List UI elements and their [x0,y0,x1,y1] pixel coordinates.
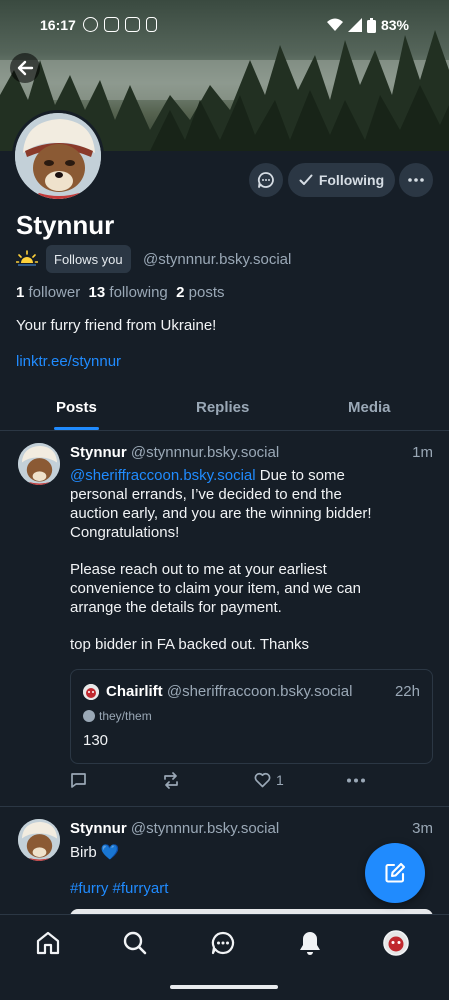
sim-icon [146,17,157,32]
post-timestamp[interactable]: 1m [412,444,433,461]
profile-tabs: Posts Replies Media [0,385,449,431]
notification-icons [83,17,157,32]
quoted-post-timestamp: 22h [394,683,420,700]
following-count: 13 [88,284,106,301]
nav-profile[interactable] [382,929,410,957]
wifi-icon [326,18,343,31]
news-app-icon [104,17,119,32]
tab-posts[interactable]: Posts [56,399,97,416]
following-label: following [109,284,168,301]
quoted-post[interactable]: Chairlift @sheriffraccoon.bsky.social 22… [70,669,433,764]
quoted-author-handle: @sheriffraccoon.bsky.social [166,683,353,700]
chat-bubble-icon [257,172,274,188]
post-author-handle[interactable]: @stynnnur.bsky.social [131,444,279,461]
battery-percent: 83% [380,17,409,33]
home-icon [36,931,60,955]
check-icon [299,174,313,185]
post-text-line: auction early, and you are the winning b… [70,505,372,522]
post-mention-link[interactable]: @sheriffraccoon.bsky.social [70,467,256,484]
post-actions: 1 [70,772,370,794]
post-more-button[interactable] [346,778,366,783]
back-button[interactable] [10,53,40,83]
post-author-avatar[interactable] [18,819,60,861]
repost-icon [164,772,178,789]
followers-stat[interactable]: 1 follower [16,284,80,301]
profile-avatar[interactable] [12,110,104,202]
post-author-avatar[interactable] [18,443,60,485]
compose-icon [385,862,406,883]
like-count: 1 [276,772,284,788]
posts-count: 2 [176,284,185,301]
followers-count: 1 [16,284,25,301]
post-author-name[interactable]: Stynnur [70,820,127,837]
nav-notifications[interactable] [296,929,324,957]
tab-media[interactable]: Media [348,399,391,416]
reply-icon [71,773,86,788]
post-text-line: top bidder in FA backed out. Thanks [70,636,310,653]
feed-post[interactable]: Stynnur @stynnnur.bsky.social 1m @sherif… [0,432,449,807]
heart-icon [254,772,271,788]
compose-post-button[interactable] [365,843,425,903]
post-text-line: personal errands, I’ve decided to end th… [70,486,342,503]
post-text-line: Due to some [255,467,345,484]
post-text-line: Please reach out to me at your earliest [70,561,327,578]
post-header: Stynnur @stynnnur.bsky.social [70,444,279,461]
ellipsis-icon [347,778,365,783]
post-text-line: convenience to claim your item, and we c… [70,580,361,597]
arrow-left-icon [17,60,34,76]
gmail-icon [125,17,140,32]
active-tab-indicator [54,427,99,430]
chat-icon [211,931,235,955]
quoted-post-header: Chairlift @sheriffraccoon.bsky.social [106,683,352,700]
post-header: Stynnur @stynnnur.bsky.social [70,820,279,837]
post-text-line: Congratulations! [70,524,180,541]
posts-label: posts [188,284,225,301]
post-text: @sheriffraccoon.bsky.social Due to some … [70,466,430,654]
profile-avatar-icon [383,930,409,956]
following-stat[interactable]: 13 following [89,284,168,301]
profile-stats: 1 follower 13 following 2 posts [16,284,225,301]
posts-stat: 2 posts [176,284,224,301]
tab-replies[interactable]: Replies [196,399,249,416]
followers-label: follower [28,284,81,301]
pronouns-icon [83,710,95,722]
pronouns-text: they/them [99,709,152,723]
search-icon [123,931,147,955]
nav-search[interactable] [121,929,149,957]
status-bar: 16:17 83% [0,0,449,52]
signal-icon [347,18,362,32]
battery-icon [366,17,376,33]
follows-you-badge: Follows you [46,245,131,273]
quoted-author-avatar [83,684,99,700]
bell-icon [300,932,320,955]
message-button[interactable] [249,163,283,197]
post-author-name[interactable]: Stynnur [70,444,127,461]
like-button[interactable]: 1 [254,772,284,788]
notification-app-icon [83,17,98,32]
reply-button[interactable] [70,772,87,789]
following-button[interactable]: Following [288,163,395,197]
quoted-author-name: Chairlift [106,683,163,700]
status-time: 16:17 [40,17,76,33]
quoted-post-text: 130 [83,732,109,749]
post-text-line: arrange the details for payment. [70,599,282,616]
post-author-handle[interactable]: @stynnnur.bsky.social [131,820,279,837]
sun-emoji-icon [16,250,38,266]
profile-bio: Your furry friend from Ukraine! [16,317,217,334]
nav-chat[interactable] [209,929,237,957]
following-button-label: Following [318,172,385,188]
profile-link[interactable]: linktr.ee/stynnur [16,353,121,370]
profile-display-name: Stynnur [16,210,115,240]
profile-more-button[interactable] [399,163,433,197]
quoted-author-pronouns: they/them [83,709,152,723]
status-right: 83% [326,17,409,33]
nav-home[interactable] [34,929,62,957]
profile-handle: @stynnnur.bsky.social [143,251,292,268]
post-timestamp[interactable]: 3m [412,820,433,837]
ellipsis-icon [408,178,424,182]
repost-button[interactable] [162,772,180,789]
gesture-home-bar[interactable] [170,985,278,989]
